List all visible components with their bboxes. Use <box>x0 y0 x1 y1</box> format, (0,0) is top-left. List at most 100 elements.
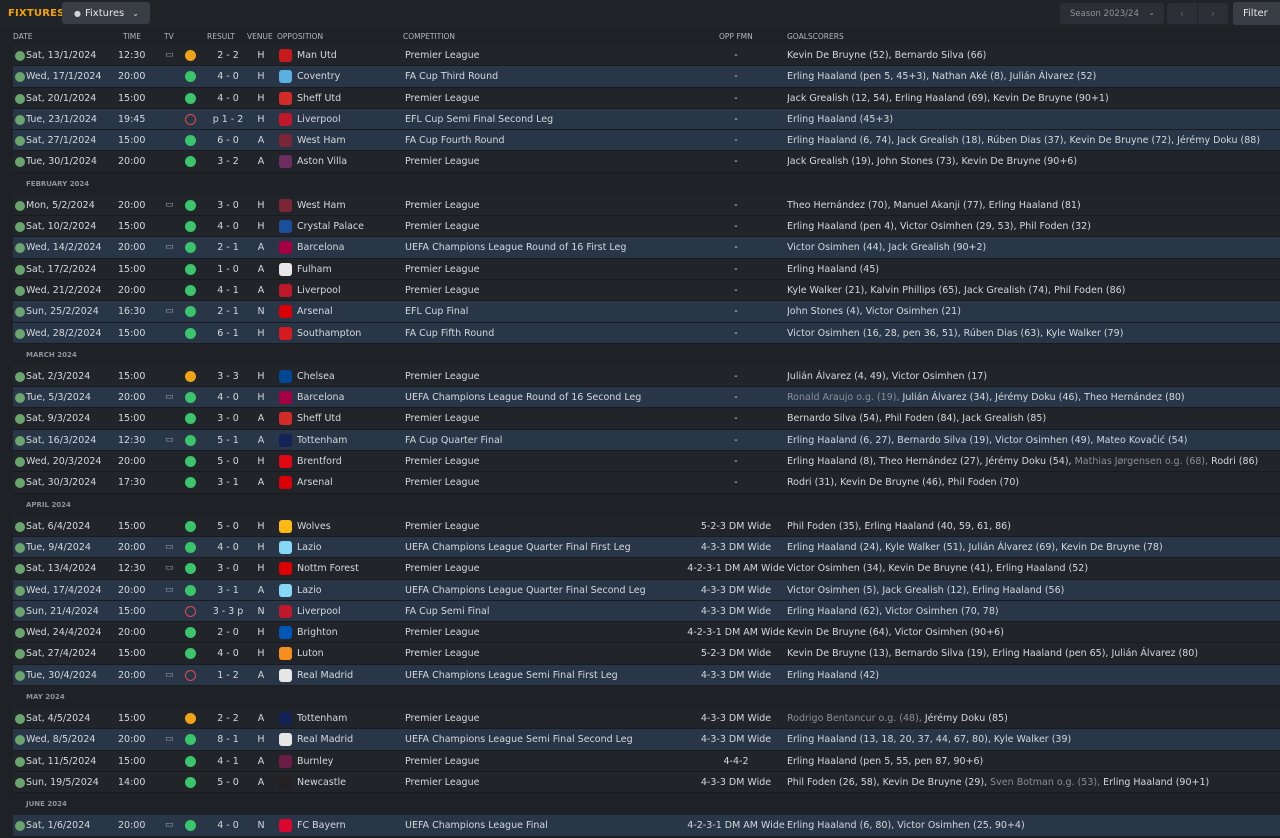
competition-name[interactable]: Premier League <box>405 708 685 729</box>
fixture-row[interactable]: Sat, 17/2/2024 15:00 1 - 0 A Fulham Premier L… <box>13 258 1280 280</box>
opposition-name[interactable]: Coventry <box>297 66 397 87</box>
competition-name[interactable]: FA Cup Semi Final <box>405 601 685 622</box>
column-header-result[interactable]: RESULT <box>207 32 235 41</box>
opposition-name[interactable]: West Ham <box>297 130 397 151</box>
fixture-row[interactable]: Sat, 10/2/2024 15:00 4 - 0 H Crystal Palace P… <box>13 216 1280 238</box>
competition-name[interactable]: UEFA Champions League Semi Final First L… <box>405 665 685 686</box>
fixture-result[interactable]: 1 - 0 <box>205 259 251 280</box>
goalscorers[interactable]: Erling Haaland (6, 27), Bernardo Silva (… <box>787 430 1277 451</box>
fixture-row[interactable]: Sat, 30/3/2024 17:30 3 - 1 A Arsenal Premier … <box>13 472 1280 494</box>
opposition-name[interactable]: Wolves <box>297 516 397 537</box>
competition-name[interactable]: FA Cup Fourth Round <box>405 130 685 151</box>
competition-name[interactable]: Premier League <box>405 45 685 66</box>
goalscorers[interactable]: Kyle Walker (21), Kalvin Phillips (65), … <box>787 280 1277 301</box>
competition-name[interactable]: Premier League <box>405 558 685 579</box>
fixture-row[interactable]: Sat, 13/4/2024 12:30 ▭ 3 - 0 H Nottm Forest Pr… <box>13 558 1280 580</box>
fixture-result[interactable]: 3 - 2 <box>205 151 251 172</box>
fixture-result[interactable]: 2 - 2 <box>205 708 251 729</box>
fixture-result[interactable]: 3 - 0 <box>205 195 251 216</box>
competition-name[interactable]: Premier League <box>405 772 685 793</box>
opposition-name[interactable]: Real Madrid <box>297 665 397 686</box>
opposition-name[interactable]: Barcelona <box>297 387 397 408</box>
column-header-date[interactable]: DATE <box>13 32 33 41</box>
competition-name[interactable]: UEFA Champions League Round of 16 Second… <box>405 387 685 408</box>
competition-name[interactable]: Premier League <box>405 643 685 664</box>
fixture-row[interactable]: Tue, 9/4/2024 20:00 ▭ 4 - 0 H Lazio UEFA Champ… <box>13 536 1280 559</box>
fixture-row[interactable]: Sat, 13/1/2024 12:30 ▭ 2 - 2 H Man Utd Premier… <box>13 45 1280 67</box>
fixture-result[interactable]: 4 - 0 <box>205 815 251 836</box>
competition-name[interactable]: UEFA Champions League Semi Final Second … <box>405 729 685 750</box>
goalscorers[interactable]: Victor Osimhen (34), Kevin De Bruyne (41… <box>787 558 1277 579</box>
opposition-name[interactable]: Nottm Forest <box>297 558 397 579</box>
goalscorers[interactable]: Rodrigo Bentancur o.g. (48), Jérémy Doku… <box>787 708 1277 729</box>
opposition-name[interactable]: Liverpool <box>297 280 397 301</box>
opposition-name[interactable]: Tottenham <box>297 708 397 729</box>
opposition-name[interactable]: Arsenal <box>297 472 397 493</box>
column-header-tv[interactable]: TV <box>164 32 174 41</box>
competition-name[interactable]: Premier League <box>405 195 685 216</box>
column-header-venue[interactable]: VENUE <box>247 32 273 41</box>
fixture-row[interactable]: Sun, 21/4/2024 15:00 3 - 3 p N Liverpool FA C… <box>13 600 1280 623</box>
fixture-result[interactable]: 2 - 2 <box>205 45 251 66</box>
competition-name[interactable]: Premier League <box>405 366 685 387</box>
goalscorers[interactable]: Phil Foden (26, 58), Kevin De Bruyne (29… <box>787 772 1277 793</box>
competition-name[interactable]: Premier League <box>405 751 685 772</box>
goalscorers[interactable]: Phil Foden (35), Erling Haaland (40, 59,… <box>787 516 1277 537</box>
opposition-name[interactable]: FC Bayern <box>297 815 397 836</box>
fixture-row[interactable]: Tue, 23/1/2024 19:45 p 1 - 2 H Liverpool EFL … <box>13 108 1280 131</box>
fixture-result[interactable]: p 1 - 2 <box>205 109 251 130</box>
fixture-row[interactable]: Wed, 20/3/2024 20:00 5 - 0 H Brentford Premie… <box>13 451 1280 473</box>
fixture-row[interactable]: Sat, 6/4/2024 15:00 5 - 0 H Wolves Premier Le… <box>13 515 1280 537</box>
goalscorers[interactable]: Victor Osimhen (5), Jack Grealish (12), … <box>787 580 1277 601</box>
goalscorers[interactable]: Erling Haaland (6, 80), Victor Osimhen (… <box>787 815 1277 836</box>
goalscorers[interactable]: Ronald Araujo o.g. (19), Julián Álvarez … <box>787 387 1277 408</box>
fixture-row[interactable]: Wed, 17/1/2024 20:00 4 - 0 H Coventry FA Cup … <box>13 66 1280 88</box>
fixture-result[interactable]: 4 - 0 <box>205 537 251 558</box>
competition-name[interactable]: Premier League <box>405 151 685 172</box>
fixture-result[interactable]: 6 - 1 <box>205 323 251 344</box>
fixture-result[interactable]: 3 - 3 p <box>205 601 251 622</box>
competition-name[interactable]: Premier League <box>405 516 685 537</box>
column-header-competition[interactable]: COMPETITION <box>403 32 455 41</box>
goalscorers[interactable]: Erling Haaland (62), Victor Osimhen (70,… <box>787 601 1277 622</box>
fixture-row[interactable]: Wed, 28/2/2024 15:00 6 - 1 H Southampton FA C… <box>13 322 1280 344</box>
goalscorers[interactable]: Erling Haaland (pen 4), Victor Osimhen (… <box>787 216 1277 237</box>
goalscorers[interactable]: Bernardo Silva (54), Phil Foden (84), Ja… <box>787 408 1277 429</box>
goalscorers[interactable]: Kevin De Bruyne (64), Victor Osimhen (90… <box>787 622 1277 643</box>
fixture-row[interactable]: Sat, 16/3/2024 12:30 ▭ 5 - 1 A Tottenham FA Cu… <box>13 429 1280 452</box>
fixture-result[interactable]: 2 - 0 <box>205 622 251 643</box>
fixture-row[interactable]: Wed, 8/5/2024 20:00 ▭ 8 - 1 H Real Madrid UEFA… <box>13 729 1280 751</box>
column-header-time[interactable]: TIME <box>123 32 141 41</box>
goalscorers[interactable]: Rodri (31), Kevin De Bruyne (46), Phil F… <box>787 472 1277 493</box>
fixture-result[interactable]: 4 - 0 <box>205 88 251 109</box>
goalscorers[interactable]: Theo Hernández (70), Manuel Akanji (77),… <box>787 195 1277 216</box>
goalscorers[interactable]: Erling Haaland (24), Kyle Walker (51), J… <box>787 537 1277 558</box>
fixture-row[interactable]: Sun, 19/5/2024 14:00 5 - 0 A Newcastle Premie… <box>13 771 1280 794</box>
competition-name[interactable]: Premier League <box>405 622 685 643</box>
opposition-name[interactable]: Liverpool <box>297 109 397 130</box>
opposition-name[interactable]: Man Utd <box>297 45 397 66</box>
fixture-row[interactable]: Tue, 5/3/2024 20:00 ▭ 4 - 0 H Barcelona UEFA C… <box>13 387 1280 409</box>
competition-name[interactable]: Premier League <box>405 259 685 280</box>
goalscorers[interactable]: Erling Haaland (8), Theo Hernández (27),… <box>787 451 1277 472</box>
fixture-result[interactable]: 4 - 0 <box>205 387 251 408</box>
opposition-name[interactable]: Aston Villa <box>297 151 397 172</box>
fixture-result[interactable]: 5 - 0 <box>205 772 251 793</box>
competition-name[interactable]: Premier League <box>405 216 685 237</box>
fixture-row[interactable]: Mon, 5/2/2024 20:00 ▭ 3 - 0 H West Ham Premier… <box>13 194 1280 217</box>
opposition-name[interactable]: Barcelona <box>297 237 397 258</box>
goalscorers[interactable]: Jack Grealish (12, 54), Erling Haaland (… <box>787 88 1277 109</box>
fixture-result[interactable]: 3 - 0 <box>205 558 251 579</box>
fixture-result[interactable]: 3 - 0 <box>205 408 251 429</box>
fixture-result[interactable]: 3 - 1 <box>205 472 251 493</box>
opposition-name[interactable]: Sheff Utd <box>297 408 397 429</box>
competition-name[interactable]: FA Cup Quarter Final <box>405 430 685 451</box>
opposition-name[interactable]: Chelsea <box>297 366 397 387</box>
fixture-row[interactable]: Wed, 14/2/2024 20:00 ▭ 2 - 1 A Barcelona UEFA … <box>13 237 1280 259</box>
goalscorers[interactable]: Jack Grealish (19), John Stones (73), Ke… <box>787 151 1277 172</box>
opposition-name[interactable]: West Ham <box>297 195 397 216</box>
fixture-row[interactable]: Wed, 21/2/2024 20:00 4 - 1 A Liverpool Premie… <box>13 279 1280 302</box>
view-dropdown[interactable]: ● Fixtures ⌄ <box>62 2 150 24</box>
fixture-result[interactable]: 4 - 1 <box>205 751 251 772</box>
competition-name[interactable]: Premier League <box>405 88 685 109</box>
